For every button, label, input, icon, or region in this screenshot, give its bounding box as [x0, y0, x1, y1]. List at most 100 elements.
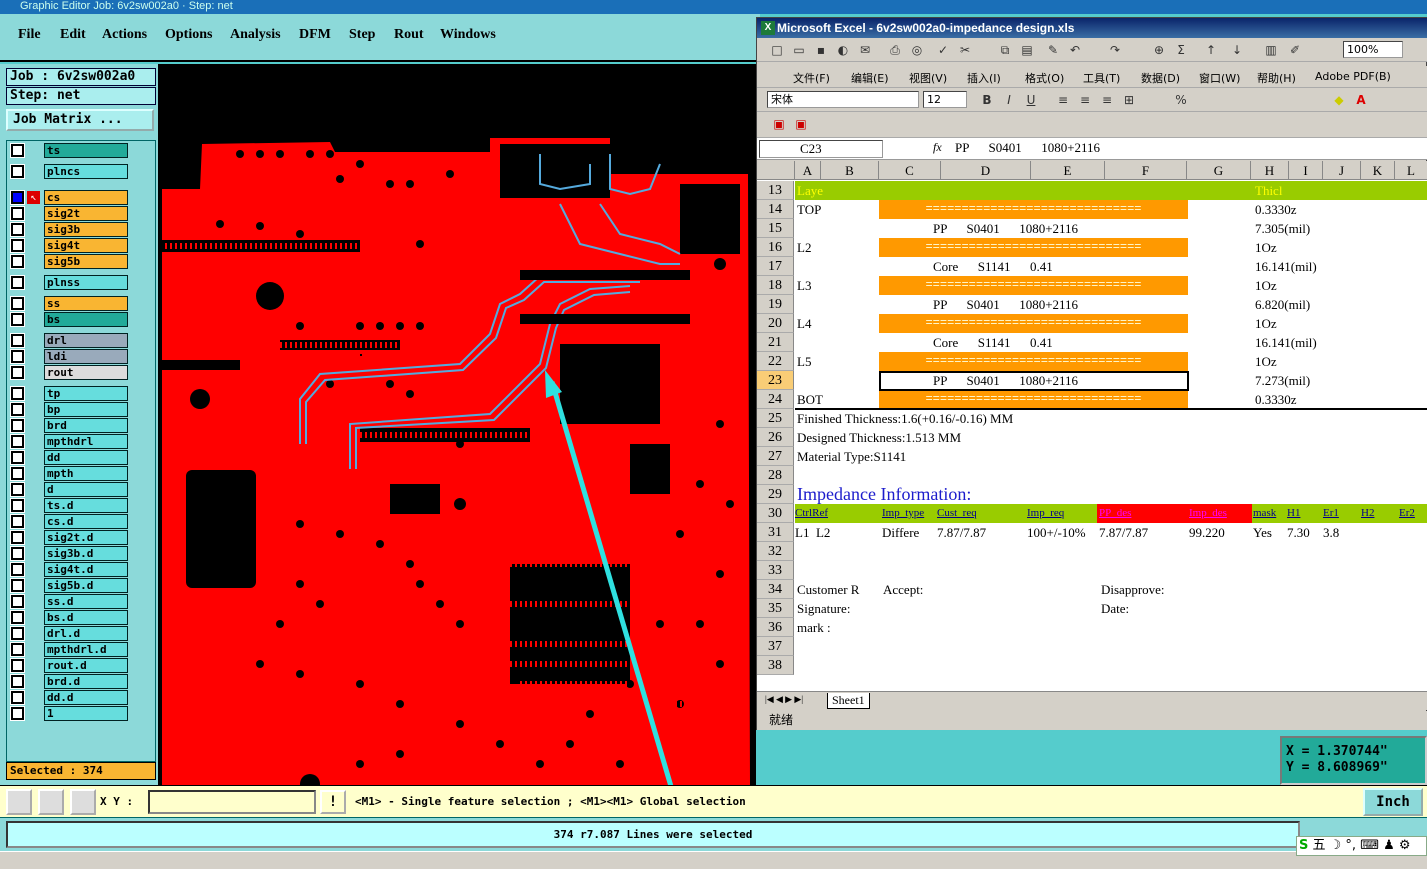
excel-menu-item[interactable]: 插入(I) — [967, 70, 1001, 86]
column-header-j[interactable]: J — [1323, 161, 1361, 180]
align-left-icon[interactable]: ≡ — [1055, 92, 1071, 108]
row-header-30[interactable]: 30 — [757, 504, 794, 523]
column-header-k[interactable]: K — [1361, 161, 1395, 180]
impedance-header[interactable]: H2 — [1361, 504, 1399, 523]
spell-icon[interactable]: ✓ — [935, 42, 951, 58]
fill-color-icon[interactable]: ◆ — [1331, 92, 1347, 108]
pdf-icon[interactable]: ▣ — [771, 116, 787, 132]
chart-icon[interactable]: ▥ — [1263, 42, 1279, 58]
impedance-header[interactable]: H1 — [1287, 504, 1323, 523]
impedance-value[interactable]: L1 L2 — [795, 523, 882, 542]
column-header-f[interactable]: F — [1105, 161, 1187, 180]
cut-icon[interactable]: ✂ — [957, 42, 973, 58]
xy-input[interactable] — [148, 790, 316, 814]
save-icon[interactable]: ▪ — [813, 42, 829, 58]
impedance-header[interactable]: Imp_type — [882, 504, 937, 523]
cell-d19[interactable]: PP S0401 1080+2116 — [933, 295, 1183, 314]
row-header-38[interactable]: 38 — [757, 656, 794, 675]
execute-button[interactable]: ! — [320, 790, 346, 814]
preview-icon[interactable]: ◎ — [909, 42, 925, 58]
row-header-17[interactable]: 17 — [757, 257, 794, 276]
excel-menu-item[interactable]: 格式(O) — [1025, 70, 1064, 86]
excel-menu-item[interactable]: 帮助(H) — [1257, 70, 1296, 86]
row-header-24[interactable]: 24 — [757, 390, 794, 409]
worksheet-grid[interactable]: A B C D E F G H I J K L 13 Laye Thicl 14 ===============… — [757, 161, 1427, 691]
italic-icon[interactable]: I — [1001, 92, 1017, 108]
align-center-icon[interactable]: ≡ — [1077, 92, 1093, 108]
sheet-tab-sheet1[interactable]: Sheet1 — [827, 693, 870, 709]
row-header-13[interactable]: 13 — [757, 181, 794, 200]
drawing-icon[interactable]: ✐ — [1287, 42, 1303, 58]
impedance-header[interactable]: Er1 — [1323, 504, 1361, 523]
cell-f35[interactable]: Date: — [1101, 599, 1241, 618]
column-header-d[interactable]: D — [941, 161, 1031, 180]
copy-icon[interactable]: ⧉ — [997, 42, 1013, 58]
cell-d15[interactable]: PP S0401 1080+2116 — [933, 219, 1183, 238]
cell-h16[interactable]: 1Oz — [1255, 238, 1415, 257]
row-header-31[interactable]: 31 — [757, 523, 794, 542]
cell-h24[interactable]: 0.3330z — [1255, 390, 1415, 409]
excel-menu-item[interactable]: 数据(D) — [1141, 70, 1180, 86]
select-all-corner[interactable] — [757, 161, 795, 180]
pdf-email-icon[interactable]: ▣ — [793, 116, 809, 132]
impedance-value[interactable]: 3.8 — [1323, 523, 1363, 542]
cell-h15[interactable]: 7.305(mil) — [1255, 219, 1415, 238]
cell-h20[interactable]: 1Oz — [1255, 314, 1415, 333]
cell-c34[interactable]: Accept: — [883, 580, 1023, 599]
row-header-28[interactable]: 28 — [757, 466, 794, 485]
column-header-a[interactable]: A — [795, 161, 821, 180]
impedance-value[interactable]: 100+/-10% — [1027, 523, 1099, 542]
row-header-33[interactable]: 33 — [757, 561, 794, 580]
align-right-icon[interactable]: ≡ — [1099, 92, 1115, 108]
fx-icon[interactable]: fx — [933, 140, 942, 155]
cell-a26[interactable]: Designed Thickness:1.513 MM — [797, 428, 1357, 447]
underline-icon[interactable]: U — [1023, 92, 1039, 108]
formula-input[interactable]: PP S0401 1080+2116 — [955, 140, 1100, 156]
cell-a35[interactable]: Signature: — [797, 599, 887, 618]
impedance-value[interactable]: 7.87/7.87 — [937, 523, 1027, 542]
row-header-36[interactable]: 36 — [757, 618, 794, 637]
paste-icon[interactable]: ▤ — [1019, 42, 1035, 58]
sheet-nav-icon[interactable]: |◀ ◀ ▶ ▶| — [765, 694, 803, 705]
impedance-value[interactable]: Yes — [1253, 523, 1287, 542]
row-header-21[interactable]: 21 — [757, 333, 794, 352]
excel-menu-item[interactable]: 编辑(E) — [851, 70, 889, 86]
font-color-icon[interactable]: A — [1353, 92, 1369, 108]
cell-d21[interactable]: Core S1141 0.41 — [933, 333, 1183, 352]
cell-a36[interactable]: mark : — [797, 618, 1357, 637]
row-header-20[interactable]: 20 — [757, 314, 794, 333]
font-name-select[interactable]: 宋体 — [767, 91, 919, 108]
active-cell[interactable] — [879, 371, 1189, 391]
percent-icon[interactable]: % — [1173, 92, 1189, 108]
row-header-26[interactable]: 26 — [757, 428, 794, 447]
row-header-15[interactable]: 15 — [757, 219, 794, 238]
impedance-header[interactable]: Imp_req — [1027, 504, 1099, 523]
undo-icon[interactable]: ↶ — [1067, 42, 1083, 58]
column-header-c[interactable]: C — [879, 161, 941, 180]
cell-h18[interactable]: 1Oz — [1255, 276, 1415, 295]
cell-d17[interactable]: Core S1141 0.41 — [933, 257, 1183, 276]
impedance-header[interactable]: Imp_des — [1189, 504, 1253, 523]
impedance-header[interactable]: Cust_req — [937, 504, 1027, 523]
column-header-h[interactable]: H — [1251, 161, 1289, 180]
excel-menu-item[interactable]: 文件(F) — [793, 70, 830, 86]
row-header-16[interactable]: 16 — [757, 238, 794, 257]
excel-menu-item[interactable]: 窗口(W) — [1199, 70, 1240, 86]
impedance-header[interactable]: mask — [1253, 504, 1287, 523]
row-header-14[interactable]: 14 — [757, 200, 794, 219]
cell-h22[interactable]: 1Oz — [1255, 352, 1415, 371]
merge-center-icon[interactable]: ⊞ — [1121, 92, 1137, 108]
email-icon[interactable]: ✉ — [857, 42, 873, 58]
impedance-header[interactable]: CtrlRef — [795, 504, 882, 523]
column-header-i[interactable]: I — [1289, 161, 1323, 180]
impedance-value[interactable]: 99.220 — [1189, 523, 1253, 542]
column-header-l[interactable]: L — [1395, 161, 1427, 180]
grid-icon[interactable] — [70, 789, 96, 815]
row-header-37[interactable]: 37 — [757, 637, 794, 656]
units-button[interactable]: Inch — [1363, 788, 1423, 816]
column-header-g[interactable]: G — [1187, 161, 1251, 180]
impedance-value[interactable]: 7.87/7.87 — [1099, 523, 1189, 542]
column-header-e[interactable]: E — [1031, 161, 1105, 180]
row-header-19[interactable]: 19 — [757, 295, 794, 314]
new-icon[interactable]: □ — [769, 42, 785, 58]
